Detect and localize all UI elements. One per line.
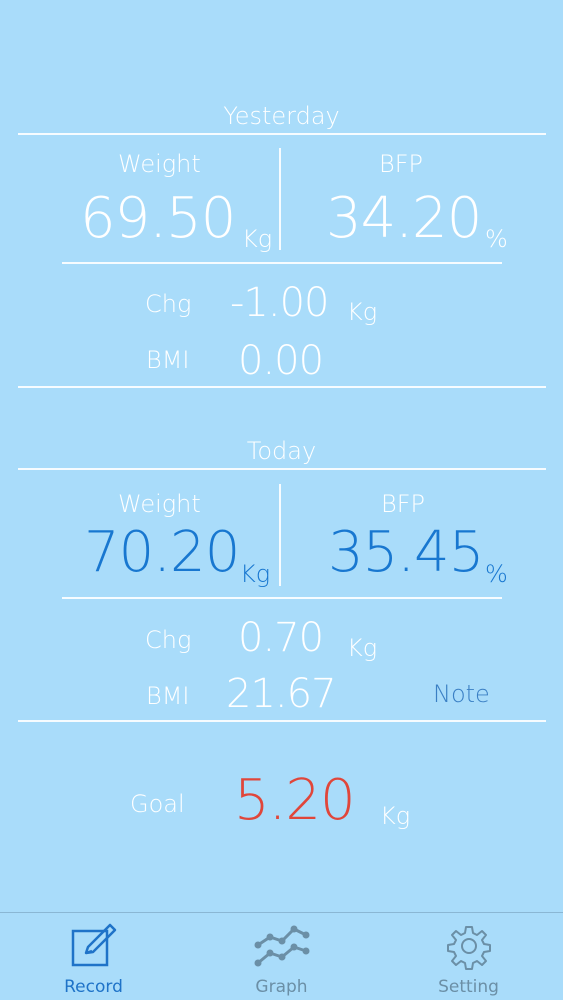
yesterday-chg-unit: Kg: [347, 298, 378, 326]
yesterday-weight-label: Weight: [118, 150, 201, 178]
yesterday-bfp-label: BFP: [379, 150, 423, 178]
tab-setting[interactable]: Setting: [375, 913, 562, 1000]
tab-graph-label: Graph: [255, 977, 308, 997]
goal-unit: Kg: [380, 802, 411, 830]
goal-value: 5.20: [234, 768, 356, 833]
today-bfp-unit: %: [485, 560, 508, 588]
pencil-square-icon: [68, 921, 120, 975]
yesterday-bfp-unit: %: [485, 225, 508, 253]
note-button[interactable]: Note: [433, 680, 490, 708]
vertical-divider: [279, 484, 281, 586]
yesterday-chg-value: -1.00: [230, 280, 329, 326]
today-weight-value: 70.20: [84, 520, 240, 585]
tab-graph[interactable]: Graph: [188, 913, 375, 1000]
yesterday-chg-label: Chg: [145, 290, 192, 318]
divider: [18, 720, 546, 722]
divider: [62, 597, 502, 599]
divider: [18, 386, 546, 388]
today-bfp-value: 35.45: [328, 520, 484, 585]
divider: [62, 262, 502, 264]
today-bmi-value: 21.67: [226, 671, 337, 717]
divider: [18, 133, 546, 135]
yesterday-weight-unit: Kg: [242, 225, 273, 253]
today-weight-unit: Kg: [240, 560, 271, 588]
vertical-divider: [279, 148, 281, 250]
yesterday-bmi-value: 0.00: [238, 338, 324, 384]
yesterday-title: Yesterday: [223, 102, 340, 130]
today-weight-label: Weight: [118, 490, 201, 518]
yesterday-weight-value: 69.50: [80, 186, 236, 251]
today-chg-unit: Kg: [347, 634, 378, 662]
divider: [18, 468, 546, 470]
tab-record[interactable]: Record: [0, 913, 187, 1000]
gear-icon: [445, 921, 493, 975]
tab-setting-label: Setting: [438, 977, 499, 997]
tab-bar: Record Graph Setting: [0, 912, 563, 1000]
tab-record-label: Record: [64, 977, 123, 997]
today-chg-value: 0.70: [238, 615, 324, 661]
today-chg-label: Chg: [145, 626, 192, 654]
today-bfp-label: BFP: [381, 490, 425, 518]
goal-label: Goal: [130, 790, 185, 818]
yesterday-bmi-label: BMI: [146, 346, 190, 374]
today-bmi-label: BMI: [146, 682, 190, 710]
yesterday-bfp-value: 34.20: [326, 186, 482, 251]
today-title: Today: [246, 437, 317, 465]
graph-icon: [254, 921, 310, 975]
